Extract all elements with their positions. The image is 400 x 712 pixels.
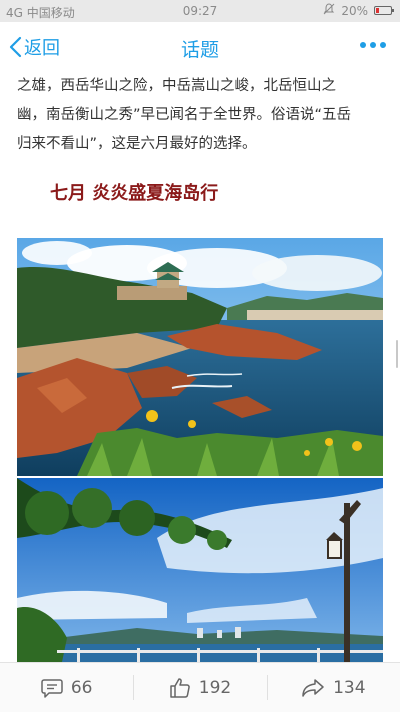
share-count: 134 — [333, 677, 366, 698]
more-options-button[interactable] — [360, 42, 386, 48]
share-icon — [302, 678, 324, 697]
more-dots-icon — [360, 42, 366, 48]
share-button[interactable]: 134 — [266, 663, 400, 712]
scroll-indicator[interactable] — [396, 340, 398, 368]
thumbs-up-icon — [170, 678, 190, 698]
page-title: 话题 — [180, 39, 219, 61]
navigation-bar: 返回 话题 — [0, 22, 400, 75]
like-count: 192 — [198, 677, 232, 698]
like-button[interactable]: 192 — [133, 663, 266, 712]
section-heading: 七月 炎炎盛夏海岛行 — [50, 183, 219, 204]
battery-icon — [374, 6, 394, 15]
article-content[interactable]: 之雄，西岳华山之险，中岳嵩山之峻，北岳恒山之 幽，南岳衡山之秀”早已闻名于全世界… — [0, 74, 400, 662]
bottom-action-bar: 66 192 134 — [0, 662, 400, 712]
paragraph-line: 归来不看山”，这是六月最好的选择。 — [17, 136, 257, 152]
article-paragraph: 之雄，西岳华山之险，中岳嵩山之峻，北岳恒山之 幽，南岳衡山之秀”早已闻名于全世界… — [17, 74, 383, 159]
comment-icon — [41, 678, 63, 698]
coast-photo[interactable] — [17, 238, 383, 476]
seaside-sky-photo[interactable] — [17, 478, 383, 662]
battery-percent: 20% — [341, 3, 368, 18]
comment-count: 66 — [70, 677, 93, 698]
paragraph-line: 之雄，西岳华山之险，中岳嵩山之峻，北岳恒山之 — [17, 78, 336, 94]
status-right: 20% — [323, 3, 394, 18]
mute-icon — [323, 3, 335, 18]
paragraph-line: 幽，南岳衡山之秀”早已闻名于全世界。俗语说“五岳 — [17, 107, 352, 123]
status-bar: 4G 中国移动 09:27 20% — [0, 0, 400, 22]
comment-button[interactable]: 66 — [0, 663, 133, 712]
